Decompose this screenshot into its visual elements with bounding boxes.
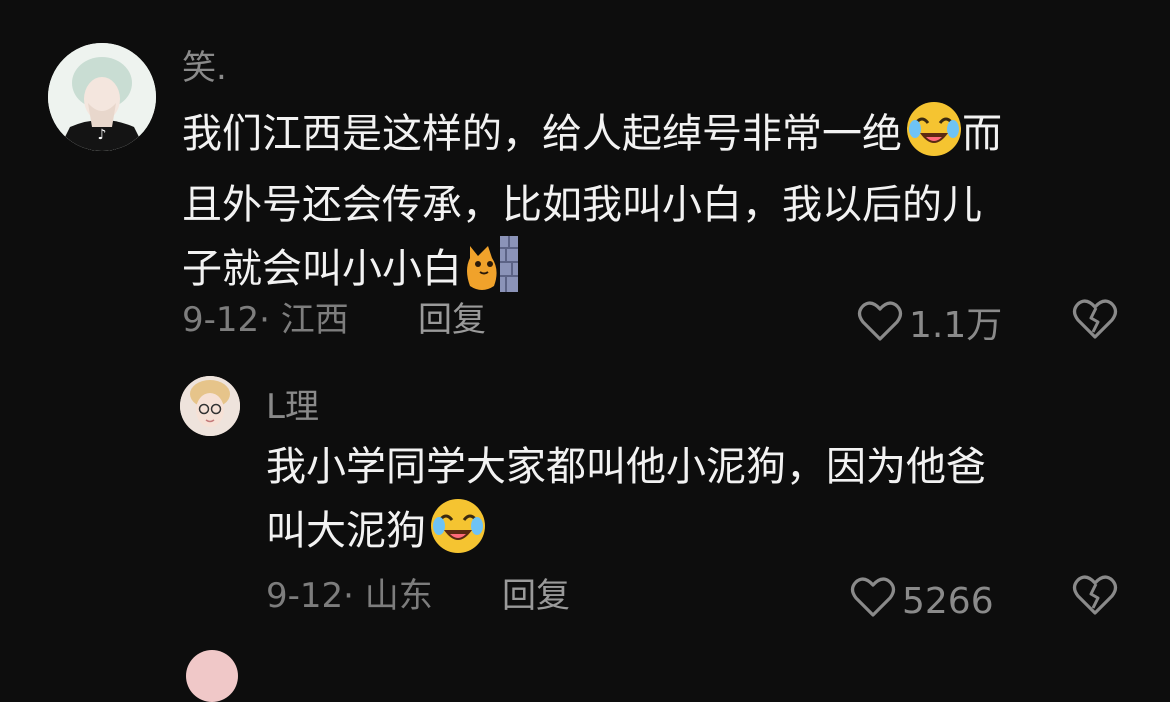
reply-button[interactable]: 回复 [418, 300, 486, 340]
avatar[interactable] [180, 376, 240, 436]
reply-text: 我小学同学大家都叫他小泥狗，因为他爸 叫大泥狗 [266, 437, 1136, 572]
dislike-button[interactable] [1072, 574, 1118, 620]
crying-laughing-emoji [430, 498, 486, 572]
heart-outline-icon [850, 576, 896, 627]
reply-date: 9-12 [266, 576, 344, 616]
broken-heart-icon [1072, 575, 1118, 620]
avatar-image [180, 376, 240, 436]
comment-text-segment: 子就会叫小小白 [182, 246, 462, 292]
comment-text-segment: 而 [962, 111, 1002, 157]
svg-text:♪: ♪ [98, 127, 107, 143]
like-count: 5266 [902, 580, 994, 622]
reply-text-line: 叫大泥狗 [266, 498, 1136, 572]
comment-text-line: 且外号还会传承，比如我叫小白，我以后的儿 [182, 182, 982, 228]
comment-text-line: 我们江西是这样的，给人起绰号非常一绝 而 [182, 101, 1142, 175]
crying-laughing-emoji [906, 101, 962, 175]
comment-text-segment: 我们江西是这样的，给人起绰号非常一绝 [182, 111, 902, 157]
reply-meta: 9-12· 山东 [266, 576, 433, 616]
comment-author[interactable]: 笑. [182, 48, 227, 88]
heart-outline-icon [857, 300, 903, 351]
meta-separator: · [259, 300, 281, 340]
broken-heart-icon [1072, 299, 1118, 344]
dislike-button[interactable] [1072, 298, 1118, 344]
cat-peeking-wall-sticker [466, 236, 518, 310]
comment-location: 江西 [280, 300, 349, 340]
comment-text-line: 子就会叫小小白 [182, 236, 1142, 310]
comment-date: 9-12 [182, 300, 260, 340]
comment-text: 我们江西是这样的，给人起绰号非常一绝 而 且外号还会传承，比如我叫小白，我以后的… [182, 101, 1142, 310]
meta-separator: · [343, 576, 365, 616]
reply-location: 山东 [364, 576, 433, 616]
reply-button[interactable]: 回复 [502, 576, 570, 616]
reply-text-segment: 叫大泥狗 [266, 508, 426, 554]
reply-text-line: 我小学同学大家都叫他小泥狗，因为他爸 [266, 444, 986, 490]
avatar[interactable] [186, 650, 238, 702]
reply-author[interactable]: L理 [266, 387, 319, 427]
like-button[interactable]: 5266 [850, 576, 994, 627]
like-count: 1.1万 [909, 304, 1003, 346]
like-button[interactable]: 1.1万 [857, 300, 1002, 351]
comment-meta: 9-12· 江西 [182, 300, 349, 340]
avatar[interactable]: ♪ [48, 43, 156, 151]
avatar-image: ♪ [48, 43, 156, 151]
